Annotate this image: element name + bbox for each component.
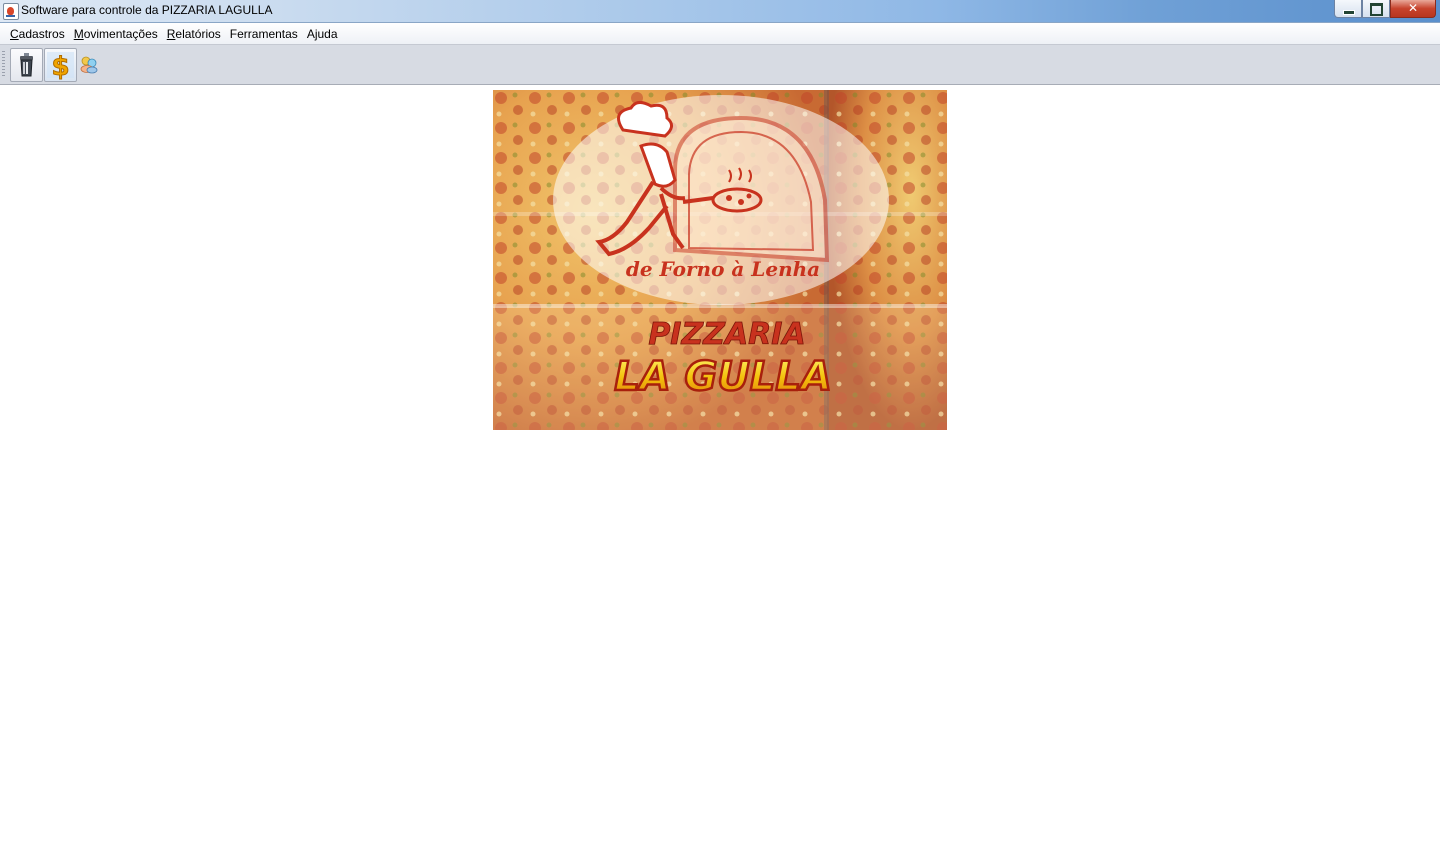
restore-button[interactable] xyxy=(1362,0,1390,18)
toolbar-trash-button[interactable] xyxy=(10,48,43,82)
toolbar-finance-button[interactable]: $ xyxy=(44,48,77,83)
minimize-icon xyxy=(1343,10,1355,15)
menu-label: Ajuda xyxy=(306,26,338,41)
toolbar-users-button[interactable] xyxy=(78,53,100,75)
menu-bar: Cadastros Movimentações Relatórios Ferra… xyxy=(0,23,1440,45)
window-title: Software para controle da PIZZARIA LAGUL… xyxy=(21,3,273,17)
users-icon xyxy=(80,56,98,74)
window-title-bar[interactable]: Software para controle da PIZZARIA LAGUL… xyxy=(0,0,1440,23)
menu-label: Ferramentas xyxy=(229,26,298,41)
menu-movimentacoes[interactable]: Movimentações xyxy=(69,24,162,44)
logo-brand-line2: LA GULLA xyxy=(614,354,832,400)
menu-label: adastros xyxy=(18,26,65,41)
menu-mnemonic: C xyxy=(10,26,19,41)
menu-cadastros[interactable]: Cadastros xyxy=(5,24,69,44)
minimize-button[interactable] xyxy=(1334,0,1362,18)
trash-bin-icon xyxy=(20,53,33,77)
menu-ajuda[interactable]: Ajuda xyxy=(302,24,342,44)
menu-label: elatórios xyxy=(175,26,221,41)
menu-label: ovimentações xyxy=(83,26,158,41)
menu-relatorios[interactable]: Relatórios xyxy=(162,24,225,44)
pizzaria-logo-graphic: de Forno à Lenha PIZZARIA LA GULLA xyxy=(493,90,947,430)
menu-mnemonic: M xyxy=(73,26,84,41)
dollar-sign-icon: $ xyxy=(47,52,74,83)
pizzaria-logo-image: de Forno à Lenha PIZZARIA LA GULLA xyxy=(493,90,947,430)
close-icon: ✕ xyxy=(1407,1,1419,15)
logo-tagline: de Forno à Lenha xyxy=(626,257,820,281)
toolbar-grip[interactable] xyxy=(2,51,5,77)
restore-icon xyxy=(1370,3,1383,16)
window-controls: ✕ xyxy=(1334,0,1436,18)
toolbar: $ xyxy=(0,45,1440,85)
svg-text:$: $ xyxy=(51,52,69,81)
logo-brand-line1: PIZZARIA xyxy=(648,317,805,352)
menu-ferramentas[interactable]: Ferramentas xyxy=(225,24,302,44)
close-button[interactable]: ✕ xyxy=(1390,0,1436,18)
java-cup-icon xyxy=(3,3,19,20)
